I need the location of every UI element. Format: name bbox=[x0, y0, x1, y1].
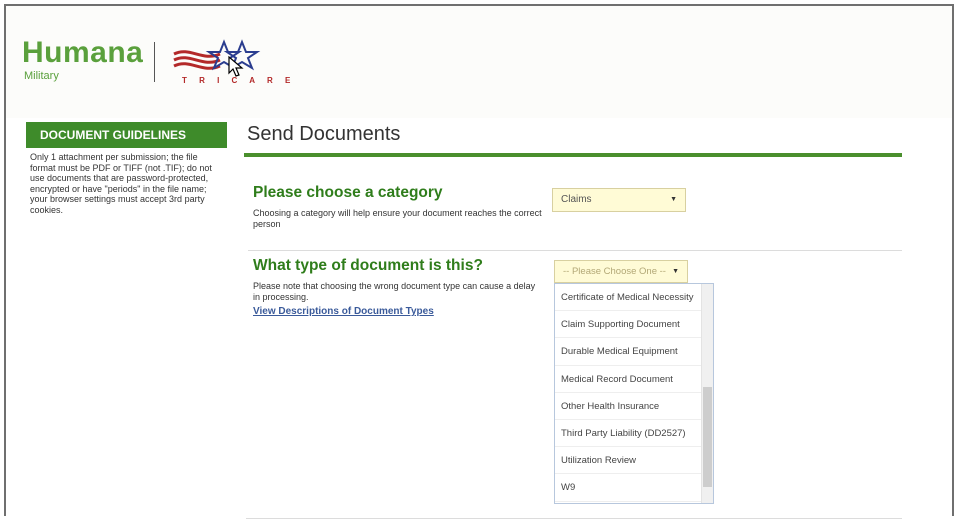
send-documents-panel: Send Documents Please choose a category … bbox=[244, 118, 902, 504]
option-third-party-liability[interactable]: Third Party Liability (DD2527) bbox=[555, 420, 713, 448]
option-other-health-insurance[interactable]: Other Health Insurance bbox=[555, 393, 713, 420]
guidelines-text: Only 1 attachment per submission; the fi… bbox=[30, 152, 212, 215]
mouse-cursor-icon bbox=[228, 56, 244, 77]
category-selected-value: Claims bbox=[561, 194, 592, 205]
option-durable-medical-equipment[interactable]: Durable Medical Equipment bbox=[555, 338, 713, 366]
scrollbar-thumb[interactable] bbox=[703, 387, 712, 487]
guidelines-title: DOCUMENT GUIDELINES bbox=[26, 122, 227, 148]
site-header: Humana Military T R I C A R E bbox=[6, 6, 952, 118]
category-select[interactable]: Claims ▼ bbox=[552, 188, 686, 212]
option-w9[interactable]: W9 bbox=[555, 474, 713, 502]
category-description: Choosing a category will help ensure you… bbox=[253, 208, 542, 229]
category-section: Please choose a category Choosing a cate… bbox=[248, 184, 902, 251]
option-medical-record-document[interactable]: Medical Record Document bbox=[555, 366, 713, 393]
option-utilization-review[interactable]: Utilization Review bbox=[555, 447, 713, 475]
option-claim-supporting-document[interactable]: Claim Supporting Document bbox=[555, 311, 713, 339]
document-type-section: What type of document is this? Please no… bbox=[248, 257, 902, 504]
title-divider bbox=[244, 153, 902, 157]
chevron-down-icon: ▼ bbox=[672, 268, 679, 275]
dropdown-scrollbar[interactable] bbox=[701, 284, 713, 503]
logo-divider bbox=[154, 42, 155, 82]
humana-logo-subtitle: Military bbox=[24, 70, 59, 82]
doc-type-select[interactable]: -- Please Choose One -- ▼ bbox=[554, 260, 688, 283]
humana-logo[interactable]: Humana bbox=[22, 36, 143, 70]
doc-type-placeholder: -- Please Choose One -- bbox=[563, 266, 666, 277]
doc-type-dropdown[interactable]: Certificate of Medical Necessity Claim S… bbox=[554, 283, 714, 504]
guidelines-sidebar: DOCUMENT GUIDELINES Only 1 attachment pe… bbox=[26, 122, 227, 215]
doc-type-description: Please note that choosing the wrong docu… bbox=[253, 281, 536, 302]
chevron-down-icon: ▼ bbox=[670, 196, 677, 203]
option-certificate-of-medical-necessity[interactable]: Certificate of Medical Necessity bbox=[555, 284, 713, 312]
browser-frame: Humana Military T R I C A R E DOCUMENT G… bbox=[4, 4, 954, 519]
page-title: Send Documents bbox=[247, 123, 401, 145]
